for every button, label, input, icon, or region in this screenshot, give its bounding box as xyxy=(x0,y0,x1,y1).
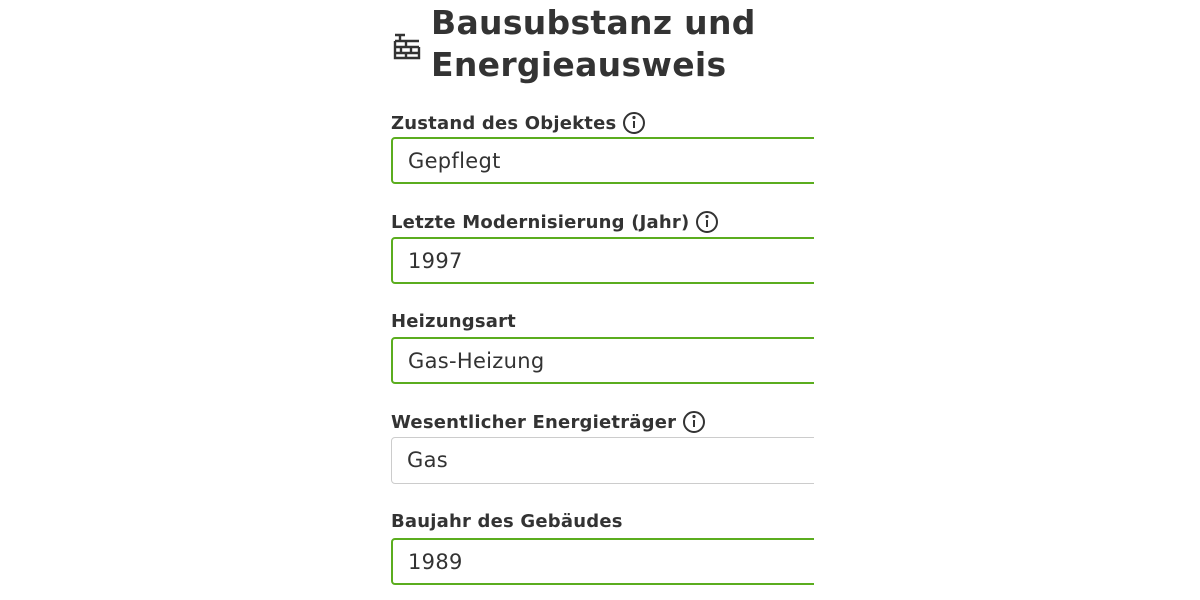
modernisierung-label: Letzte Modernisierung (Jahr) xyxy=(391,211,690,233)
zustand-label: Zustand des Objektes xyxy=(391,112,617,134)
modernisierung-field: Letzte Modernisierung (Jahr) 1997 xyxy=(391,208,851,284)
page-title: Bausubstanz und Energieausweis xyxy=(431,2,756,86)
baujahr-field: Baujahr des Gebäudes 1989 xyxy=(391,507,851,585)
heizungsart-label: Heizungsart xyxy=(391,310,516,332)
energietraeger-select[interactable]: Gas xyxy=(391,437,836,484)
energietraeger-value: Gas xyxy=(407,448,448,472)
title-line-1: Bausubstanz und xyxy=(431,3,756,42)
zustand-select[interactable]: Gepflegt xyxy=(391,137,835,184)
info-icon[interactable] xyxy=(682,410,706,434)
modernisierung-value: 1997 xyxy=(408,249,463,273)
baujahr-input[interactable]: 1989 xyxy=(391,538,831,585)
title-line-2: Energieausweis xyxy=(431,45,727,84)
brick-wall-icon xyxy=(393,33,421,60)
zustand-value: Gepflegt xyxy=(408,149,501,173)
heizungsart-select[interactable]: Gas-Heizung xyxy=(391,337,835,384)
heizungsart-value: Gas-Heizung xyxy=(408,349,545,373)
energietraeger-field: Wesentlicher Energieträger Gas xyxy=(391,408,851,484)
info-icon[interactable] xyxy=(622,111,646,135)
energietraeger-label: Wesentlicher Energieträger xyxy=(391,411,677,433)
viewport-clip xyxy=(814,0,1200,600)
heizungsart-field: Heizungsart Gas-Heizung xyxy=(391,307,851,384)
zustand-field: Zustand des Objektes Gepflegt xyxy=(391,109,851,184)
modernisierung-input[interactable]: 1997 xyxy=(391,237,831,284)
baujahr-label: Baujahr des Gebäudes xyxy=(391,510,623,532)
baujahr-value: 1989 xyxy=(408,550,463,574)
info-icon[interactable] xyxy=(695,210,719,234)
